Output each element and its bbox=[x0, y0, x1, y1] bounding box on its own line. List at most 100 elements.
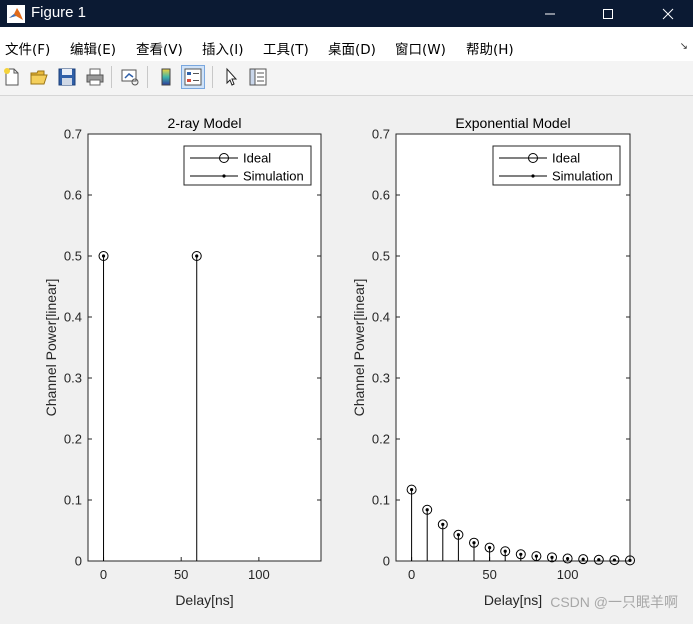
menu-bar: 文件(F) 编辑(E) 查看(V) 插入(I) 工具(T) 桌面(D) 窗口(W… bbox=[0, 27, 693, 61]
x-tick-label: 50 bbox=[174, 567, 188, 582]
window-titlebar: Figure 1 bbox=[0, 0, 693, 27]
legend[interactable]: Ideal Simulation bbox=[183, 145, 312, 186]
insert-colorbar-icon bbox=[161, 68, 171, 86]
menu-edit[interactable]: 编辑(E) bbox=[70, 38, 116, 58]
save-button[interactable] bbox=[55, 65, 79, 89]
y-tick-label: 0.7 bbox=[64, 127, 82, 142]
stem-marker-simulation bbox=[101, 254, 106, 258]
x-tick-label: 50 bbox=[482, 567, 496, 582]
print-icon bbox=[86, 68, 104, 86]
menu-desktop[interactable]: 桌面(D) bbox=[328, 38, 376, 58]
minimize-icon bbox=[545, 13, 555, 14]
figure-svg: 2-ray Model Delay[ns] Channel Power[line… bbox=[43, 115, 678, 610]
save-icon bbox=[58, 68, 76, 86]
maximize-button[interactable] bbox=[585, 0, 631, 27]
y-tick-label: 0.5 bbox=[64, 249, 82, 264]
menu-window[interactable]: 窗口(W) bbox=[395, 38, 446, 58]
menu-file[interactable]: 文件(F) bbox=[5, 38, 50, 58]
y-tick-label: 0.4 bbox=[372, 310, 390, 325]
close-button[interactable] bbox=[645, 0, 691, 27]
toolbar-separator bbox=[212, 66, 213, 88]
y-tick-label: 0.6 bbox=[64, 188, 82, 203]
y-tick-label: 0.5 bbox=[372, 249, 390, 264]
y-tick-label: 0 bbox=[383, 554, 390, 569]
maximize-icon bbox=[603, 8, 613, 19]
y-tick-label: 0.6 bbox=[372, 188, 390, 203]
legend-label-ideal: Ideal bbox=[552, 151, 580, 166]
close-icon bbox=[662, 8, 674, 19]
print-button[interactable] bbox=[83, 65, 107, 89]
y-tick-label: 0.3 bbox=[64, 371, 82, 386]
x-axis-label: Delay[ns] bbox=[175, 592, 233, 608]
stem-marker-simulation bbox=[550, 555, 554, 559]
y-axis-label: Channel Power[linear] bbox=[351, 279, 367, 417]
x-tick-label: 0 bbox=[408, 567, 415, 582]
legend[interactable]: Ideal Simulation bbox=[492, 145, 621, 186]
legend-marker-simulation bbox=[222, 174, 226, 178]
link-plot-button[interactable] bbox=[118, 65, 142, 89]
menu-view[interactable]: 查看(V) bbox=[136, 38, 183, 58]
axes-exponential-model[interactable]: Exponential Model Delay[ns] Channel Powe… bbox=[351, 115, 635, 608]
figure-canvas: 2-ray Model Delay[ns] Channel Power[line… bbox=[0, 96, 693, 620]
menu-tools[interactable]: 工具(T) bbox=[263, 38, 309, 58]
stem-marker-simulation bbox=[441, 522, 445, 526]
stem-marker-simulation bbox=[410, 488, 414, 492]
axes-2-ray-model[interactable]: 2-ray Model Delay[ns] Channel Power[line… bbox=[43, 115, 322, 608]
menu-help[interactable]: 帮助(H) bbox=[466, 38, 514, 58]
undock-arrow-icon[interactable]: ↘ bbox=[680, 41, 688, 52]
open-file-icon bbox=[30, 70, 48, 85]
stem-marker-simulation bbox=[597, 558, 601, 562]
legend-label-simulation: Simulation bbox=[552, 169, 613, 184]
stem-marker-simulation bbox=[581, 557, 585, 561]
legend-label-simulation: Simulation bbox=[243, 169, 304, 184]
y-tick-label: 0.2 bbox=[372, 432, 390, 447]
new-figure-button[interactable] bbox=[0, 65, 24, 89]
axes-box bbox=[87, 133, 322, 562]
axes-box bbox=[395, 133, 631, 562]
y-tick-label: 0.4 bbox=[64, 310, 82, 325]
y-tick-label: 0.1 bbox=[64, 493, 82, 508]
stem-marker-simulation bbox=[472, 541, 476, 545]
stem-marker-simulation bbox=[534, 554, 539, 558]
stem-marker-simulation bbox=[628, 558, 632, 562]
y-tick-label: 0.2 bbox=[64, 432, 82, 447]
minimize-button[interactable] bbox=[527, 0, 573, 27]
stem-marker-simulation bbox=[612, 558, 617, 562]
stem-marker-simulation bbox=[519, 552, 523, 556]
y-tick-label: 0.7 bbox=[372, 127, 390, 142]
property-inspector-icon bbox=[249, 68, 267, 86]
open-file-button[interactable] bbox=[27, 65, 51, 89]
y-axis-label: Channel Power[linear] bbox=[43, 279, 59, 417]
axes-title: Exponential Model bbox=[455, 115, 570, 131]
link-plot-icon bbox=[121, 69, 139, 86]
y-tick-label: 0.1 bbox=[372, 493, 390, 508]
x-axis-label: Delay[ns] bbox=[484, 592, 542, 608]
property-inspector-button[interactable] bbox=[246, 65, 270, 89]
watermark: CSDN @一只眠羊啊 bbox=[550, 594, 678, 610]
x-tick-label: 100 bbox=[557, 567, 579, 582]
stem-marker-simulation bbox=[456, 533, 460, 537]
matlab-logo-icon bbox=[7, 5, 25, 23]
x-tick-label: 0 bbox=[100, 567, 107, 582]
stem-marker-simulation bbox=[195, 254, 199, 258]
menu-insert[interactable]: 插入(I) bbox=[202, 38, 244, 58]
new-figure-icon bbox=[4, 68, 19, 86]
stem-marker-simulation bbox=[566, 556, 570, 561]
insert-legend-button[interactable] bbox=[181, 65, 205, 89]
stem-marker-simulation bbox=[425, 508, 429, 512]
pointer-button[interactable] bbox=[219, 65, 243, 89]
insert-colorbar-button[interactable] bbox=[154, 65, 178, 89]
stem-marker-simulation bbox=[503, 549, 507, 553]
toolbar bbox=[0, 61, 693, 96]
toolbar-separator bbox=[147, 66, 148, 88]
y-tick-label: 0.3 bbox=[372, 371, 390, 386]
toolbar-separator bbox=[111, 66, 112, 88]
insert-legend-icon bbox=[184, 68, 202, 86]
y-tick-label: 0 bbox=[75, 554, 82, 569]
pointer-icon bbox=[226, 67, 238, 86]
legend-marker-simulation bbox=[531, 174, 535, 178]
window-title: Figure 1 bbox=[31, 4, 87, 21]
stem-marker-simulation bbox=[488, 545, 492, 550]
legend-label-ideal: Ideal bbox=[243, 151, 271, 166]
x-tick-label: 100 bbox=[248, 567, 270, 582]
